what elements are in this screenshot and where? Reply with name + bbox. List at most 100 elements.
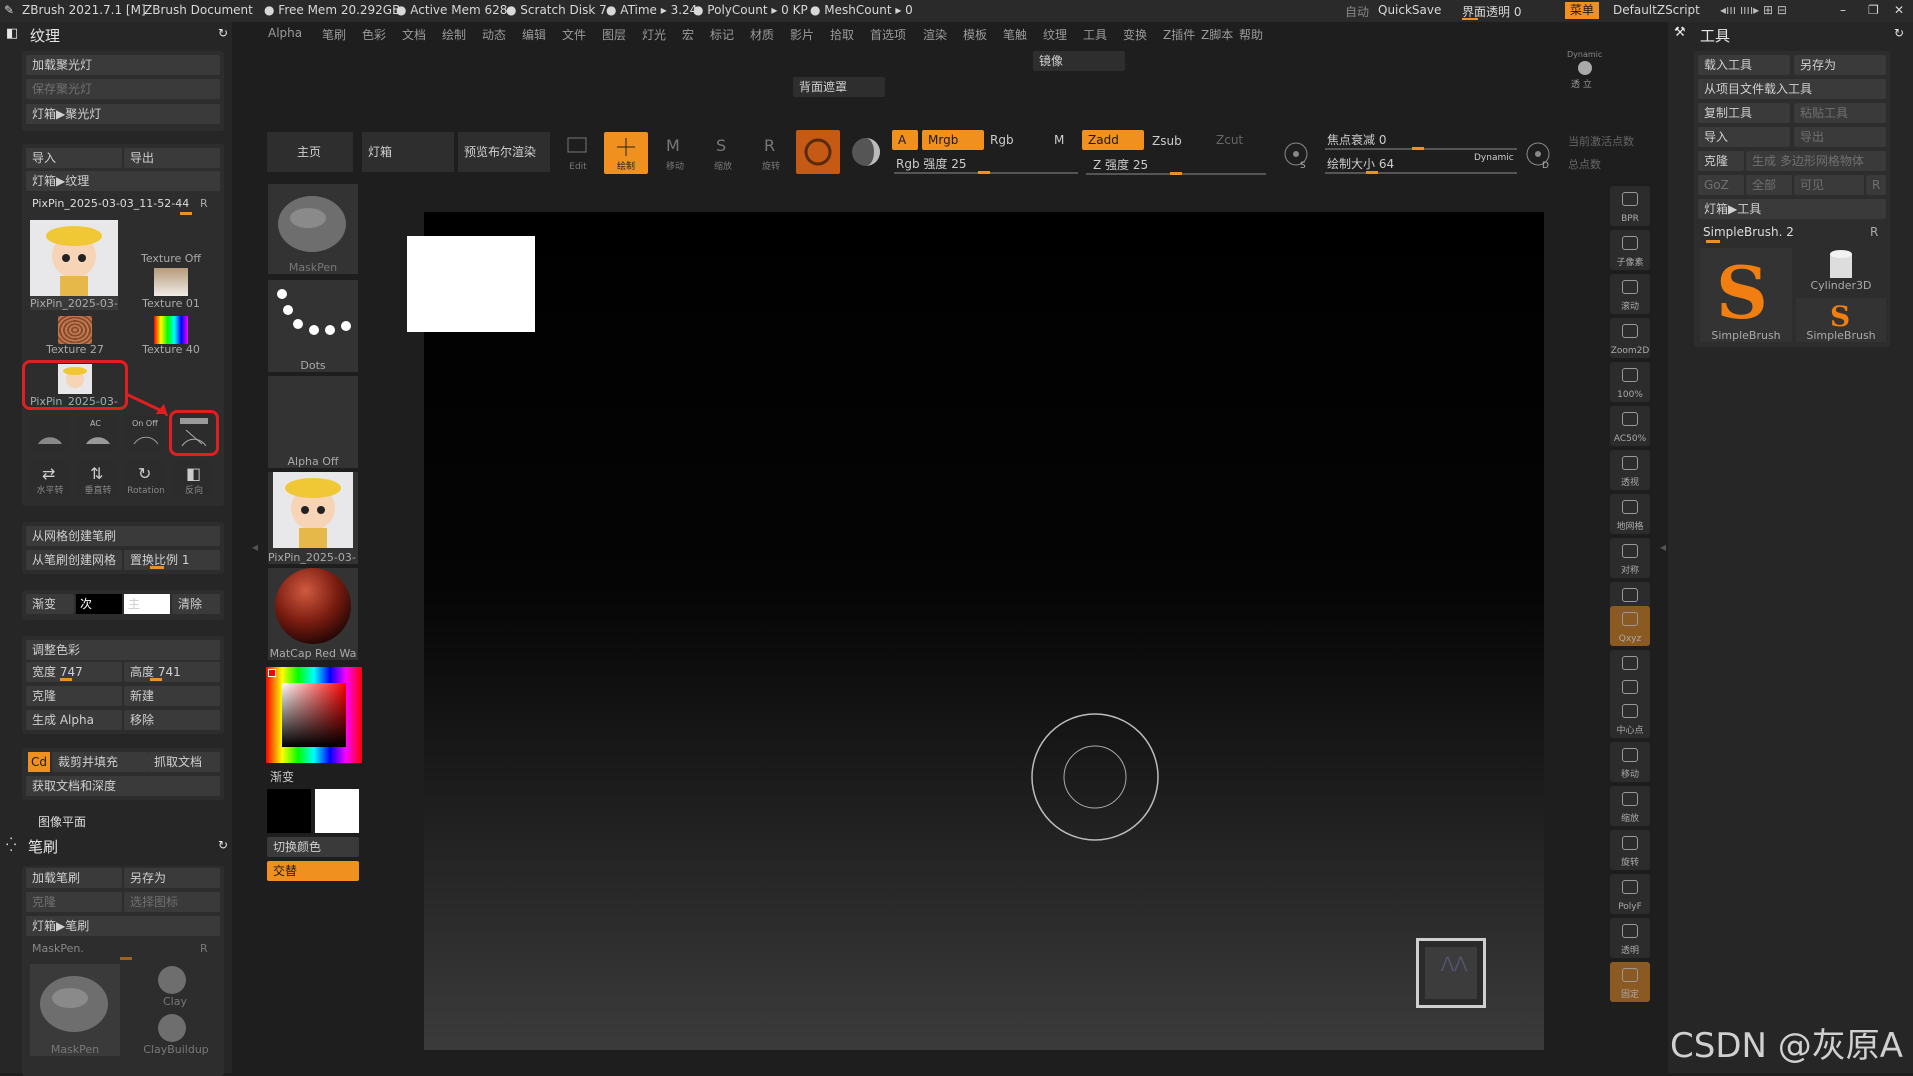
move-button[interactable]: M 移动 xyxy=(654,132,696,172)
m-toggle[interactable]: M xyxy=(1054,133,1064,147)
brush-clone-button[interactable]: 克隆 xyxy=(26,892,122,912)
menu-item[interactable]: Z插件 xyxy=(1163,26,1195,43)
tool-tile-simplebrush[interactable]: S SimpleBrush xyxy=(1700,248,1792,342)
color-picker-square[interactable] xyxy=(282,683,346,747)
main-color-swatch[interactable]: 主 xyxy=(124,594,170,614)
shelf-stroke-dots[interactable]: Dots xyxy=(268,280,358,372)
draw-size-slider[interactable]: 绘制大小 64 xyxy=(1327,155,1394,172)
layout-icons[interactable]: ◂ııı ıııı▸ ⊞ ⊟ xyxy=(1720,3,1787,17)
load-project-tool-button[interactable]: 从项目文件载入工具 xyxy=(1698,79,1886,99)
select-icon-button[interactable]: 选择图标 xyxy=(124,892,220,912)
zadd-toggle[interactable]: Zadd xyxy=(1082,130,1144,150)
lightbox-spotlight-button[interactable]: 灯箱▶聚光灯 xyxy=(26,104,220,124)
cd-toggle[interactable]: Cd xyxy=(28,752,50,772)
home-tab[interactable]: 主页 xyxy=(267,132,353,172)
right-collapse-arrow-icon[interactable]: ◂ xyxy=(1660,540,1666,554)
focal-shift-icon[interactable]: S xyxy=(1282,140,1312,171)
shelf-alpha-off[interactable]: Alpha Off xyxy=(268,376,358,468)
texture-r-button[interactable]: R xyxy=(200,197,208,210)
view-button[interactable]: 中心点 xyxy=(1610,698,1650,738)
close-icon[interactable]: ✕ xyxy=(1894,3,1904,17)
clone-texture-button[interactable]: 克隆 xyxy=(26,686,122,706)
tool-tile-cylinder3d[interactable]: Cylinder3D xyxy=(1796,248,1886,292)
menu-item[interactable]: Z脚本 xyxy=(1201,26,1233,43)
paste-tool-button[interactable]: 粘贴工具 xyxy=(1794,103,1886,123)
menu-item[interactable]: 纹理 xyxy=(1043,26,1067,43)
remove-texture-button[interactable]: 移除 xyxy=(124,710,220,730)
menu-item[interactable]: 绘制 xyxy=(442,26,466,43)
view-button[interactable]: 透视 xyxy=(1610,450,1650,490)
menu-item[interactable]: 灯光 xyxy=(642,26,666,43)
menu-item[interactable]: 图层 xyxy=(602,26,626,43)
make-alpha-button[interactable]: 生成 Alpha xyxy=(26,710,122,730)
tool-clone-button[interactable]: 克隆 xyxy=(1698,151,1744,171)
mirror-button[interactable]: 镜像 xyxy=(1033,51,1125,71)
displace-scale-slider[interactable]: 置换比例 1 xyxy=(124,550,220,570)
dynamic-persp-button[interactable]: Dynamic 透 立 xyxy=(1565,50,1605,90)
main-color-box[interactable] xyxy=(315,789,359,833)
edit-button[interactable]: Edit xyxy=(558,132,598,172)
view-button[interactable]: 滚动 xyxy=(1610,274,1650,314)
view-button[interactable]: 对称 xyxy=(1610,538,1650,578)
save-spotlight-button[interactable]: 保存聚光灯 xyxy=(26,79,220,99)
adjust-color-button[interactable]: 调整色彩 xyxy=(26,640,220,660)
view-button[interactable]: AC50% xyxy=(1610,406,1650,446)
grab-doc-button[interactable]: 抓取文档 xyxy=(148,752,220,772)
view-button[interactable]: PolyF xyxy=(1610,874,1650,914)
menu-item[interactable]: 模板 xyxy=(963,26,987,43)
view-button[interactable]: BPR xyxy=(1610,186,1650,226)
new-texture-button[interactable]: 新建 xyxy=(124,686,220,706)
left-collapse-arrow-icon[interactable]: ◂ xyxy=(252,540,258,554)
menu-item[interactable]: 笔刷 xyxy=(322,26,346,43)
lightbox-brush-button[interactable]: 灯箱▶笔刷 xyxy=(26,916,220,936)
goz-button[interactable]: GoZ xyxy=(1698,175,1744,195)
dynamic-toggle[interactable]: Dynamic xyxy=(1474,153,1514,163)
menu-item[interactable]: 编辑 xyxy=(522,26,546,43)
brush-save-as-button[interactable]: 另存为 xyxy=(124,868,220,888)
view-button[interactable]: Zoom2D xyxy=(1610,318,1650,358)
view-button[interactable]: 100% xyxy=(1610,362,1650,402)
preview-render-tab[interactable]: 预览布尔渲染 xyxy=(458,132,550,172)
height-slider[interactable]: 高度 741 xyxy=(124,662,220,682)
texture-tile-27[interactable]: Texture 27 xyxy=(30,314,120,356)
brush-tile-maskpen[interactable]: MaskPen xyxy=(30,964,120,1056)
width-slider[interactable]: 宽度 747 xyxy=(26,662,122,682)
image-plane-header[interactable]: 图像平面 xyxy=(38,813,86,830)
rgb-toggle[interactable]: Rgb xyxy=(990,133,1014,147)
menu-item[interactable]: 文件 xyxy=(562,26,586,43)
view-button[interactable]: 移动 xyxy=(1610,742,1650,782)
gradient-label[interactable]: 渐变 xyxy=(270,768,294,785)
restore-icon[interactable]: ❐ xyxy=(1868,3,1879,17)
dynamic-d-icon[interactable]: D xyxy=(1524,140,1554,171)
texture-tile-off[interactable]: Texture Off xyxy=(126,220,216,265)
menu-item[interactable]: 首选项 xyxy=(870,26,906,43)
flip-h-button[interactable]: ⇄ 水平转 xyxy=(30,460,70,498)
menu-item[interactable]: 色彩 xyxy=(362,26,386,43)
menu-item[interactable]: 拾取 xyxy=(830,26,854,43)
zcut-toggle[interactable]: Zcut xyxy=(1216,133,1243,147)
mesh-from-brush-button[interactable]: 从笔刷创建网格 xyxy=(26,550,122,570)
flip-v-button[interactable]: ⇅ 垂直转 xyxy=(78,460,118,498)
menu-item[interactable]: 文档 xyxy=(402,26,426,43)
clear-button[interactable]: 清除 xyxy=(172,594,220,614)
texture-tile-01[interactable]: Texture 01 xyxy=(126,268,216,310)
invert-button[interactable]: ◧ 反向 xyxy=(174,460,214,498)
texture-tile-40[interactable]: Texture 40 xyxy=(126,314,216,356)
secondary-color-swatch[interactable]: 次 xyxy=(76,594,122,614)
tex-adjust-ac-button[interactable]: AC xyxy=(78,414,118,452)
tool-refresh-icon[interactable]: ↻ xyxy=(1894,26,1904,40)
menu-item[interactable]: Alpha xyxy=(268,26,302,40)
load-tool-button[interactable]: 载入工具 xyxy=(1698,55,1790,75)
tool-export-button[interactable]: 导出 xyxy=(1794,127,1886,147)
gradient-button[interactable]: 渐变 xyxy=(26,594,74,614)
menu-item[interactable]: 标记 xyxy=(710,26,734,43)
view-button[interactable]: 地网格 xyxy=(1610,494,1650,534)
rgb-intensity-slider[interactable]: Rgb 强度 25 xyxy=(896,155,966,172)
refresh-icon[interactable]: ↻ xyxy=(218,26,228,40)
view-button[interactable]: 透明 xyxy=(1610,918,1650,958)
menu-item[interactable]: 变换 xyxy=(1123,26,1147,43)
copy-tool-button[interactable]: 复制工具 xyxy=(1698,103,1790,123)
menu-item[interactable]: 帮助 xyxy=(1239,26,1263,43)
tool-tile-simplebrush-2[interactable]: S SimpleBrush xyxy=(1796,298,1886,342)
view-button[interactable]: 旋转 xyxy=(1610,830,1650,870)
